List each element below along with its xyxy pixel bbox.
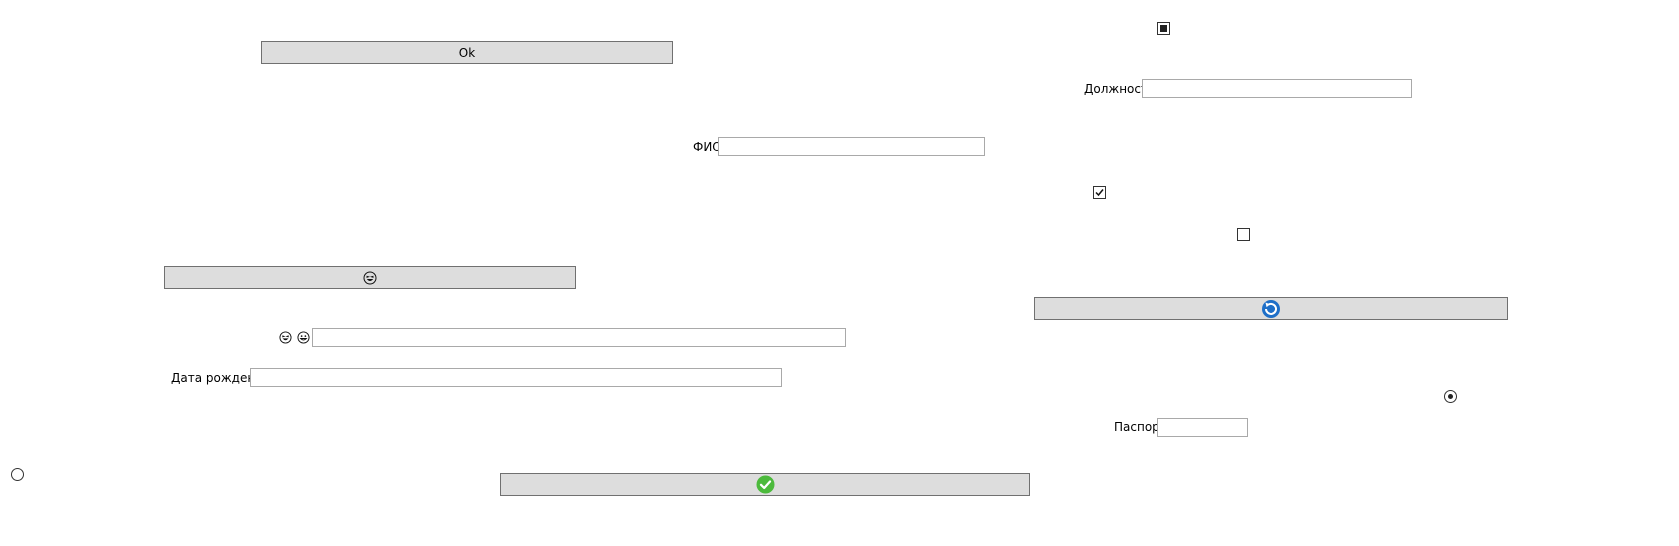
checked-checkbox[interactable] [1093, 186, 1106, 199]
ok-button[interactable]: Ok [261, 41, 673, 64]
indeterminate-checkbox[interactable] [1157, 22, 1170, 35]
unchecked-checkbox[interactable] [1237, 228, 1250, 241]
selected-radio[interactable] [1444, 390, 1457, 403]
radio-dot-icon [1448, 394, 1453, 399]
refresh-button[interactable] [1034, 297, 1508, 320]
green-checkmark-icon [756, 475, 774, 494]
checkmark-icon [1095, 189, 1104, 197]
unselected-radio[interactable] [11, 468, 24, 481]
confirm-button[interactable] [500, 473, 1030, 496]
birth-date-field[interactable] [250, 368, 782, 387]
grinning-face-icon [297, 331, 310, 347]
position-field[interactable] [1142, 79, 1412, 98]
laughing-face-icon [363, 271, 377, 284]
emoji-field[interactable] [312, 328, 846, 347]
passport-field[interactable] [1157, 418, 1248, 437]
refresh-icon [1262, 299, 1280, 318]
full-name-field[interactable] [718, 137, 985, 156]
laughing-face-icon [279, 331, 292, 347]
emoji-button[interactable] [164, 266, 576, 289]
indeterminate-mark-icon [1160, 25, 1167, 32]
